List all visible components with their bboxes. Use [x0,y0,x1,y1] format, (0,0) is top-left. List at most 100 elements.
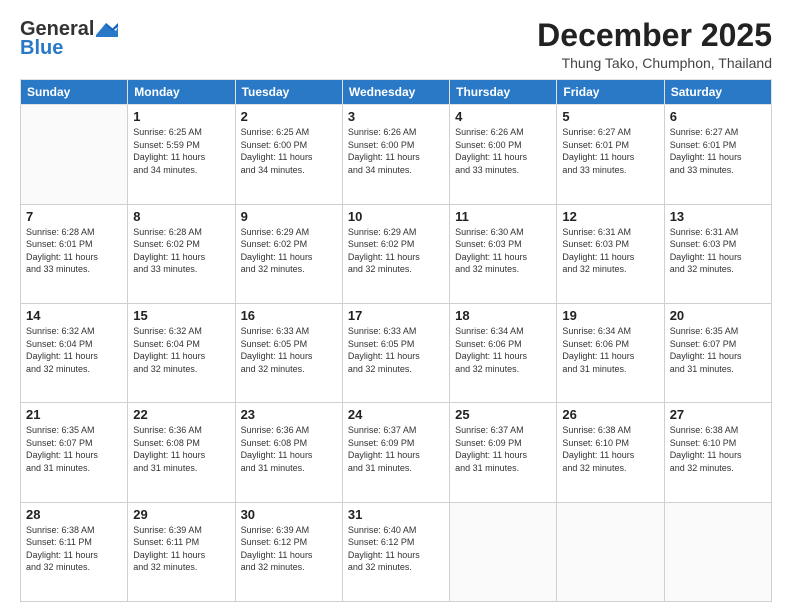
calendar-cell: 8Sunrise: 6:28 AM Sunset: 6:02 PM Daylig… [128,204,235,303]
header: General Blue December 2025 Thung Tako, C… [20,18,772,71]
day-info: Sunrise: 6:38 AM Sunset: 6:10 PM Dayligh… [670,424,766,474]
day-number: 13 [670,209,766,224]
day-info: Sunrise: 6:35 AM Sunset: 6:07 PM Dayligh… [26,424,122,474]
calendar-cell: 6 Sunrise: 6:27 AM Sunset: 6:01 PM Daylig… [664,105,771,204]
calendar-header-row: SundayMondayTuesdayWednesdayThursdayFrid… [21,80,772,105]
calendar-cell: 1 Sunrise: 6:25 AM Sunset: 5:59 PM Daylig… [128,105,235,204]
day-header-sunday: Sunday [21,80,128,105]
day-number: 1 [133,109,229,124]
calendar-cell: 16 Sunrise: 6:33 AM Sunset: 6:05 PM Dayli… [235,303,342,402]
day-number: 2 [241,109,337,124]
calendar-cell: 19Sunrise: 6:34 AM Sunset: 6:06 PM Dayli… [557,303,664,402]
calendar-cell: 3 Sunrise: 6:26 AM Sunset: 6:00 PM Daylig… [342,105,449,204]
day-info: Sunrise: 6:32 AM Sunset: 6:04 PM Dayligh… [133,325,229,375]
day-header-saturday: Saturday [664,80,771,105]
day-info: Sunrise: 6:38 AM Sunset: 6:10 PM Dayligh… [562,424,658,474]
day-info: Sunrise: 6:30 AM Sunset: 6:03 PM Dayligh… [455,226,551,276]
calendar-cell: 24 Sunrise: 6:37 AM Sunset: 6:09 PM Dayli… [342,403,449,502]
day-info: Sunrise: 6:31 AM Sunset: 6:03 PM Dayligh… [562,226,658,276]
day-info: Sunrise: 6:34 AM Sunset: 6:06 PM Dayligh… [562,325,658,375]
day-info: Sunrise: 6:34 AM Sunset: 6:06 PM Dayligh… [455,325,551,375]
day-number: 11 [455,209,551,224]
day-header-friday: Friday [557,80,664,105]
day-number: 9 [241,209,337,224]
title-block: December 2025 Thung Tako, Chumphon, Thai… [537,18,772,71]
calendar-week-row: 28 Sunrise: 6:38 AM Sunset: 6:11 PM Dayli… [21,502,772,601]
day-info: Sunrise: 6:26 AM Sunset: 6:00 PM Dayligh… [455,126,551,176]
calendar-cell: 26 Sunrise: 6:38 AM Sunset: 6:10 PM Dayli… [557,403,664,502]
day-number: 12 [562,209,658,224]
day-info: Sunrise: 6:32 AM Sunset: 6:04 PM Dayligh… [26,325,122,375]
calendar-cell [450,502,557,601]
calendar-cell: 25Sunrise: 6:37 AM Sunset: 6:09 PM Dayli… [450,403,557,502]
day-info: Sunrise: 6:25 AM Sunset: 6:00 PM Dayligh… [241,126,337,176]
calendar-cell: 28 Sunrise: 6:38 AM Sunset: 6:11 PM Dayli… [21,502,128,601]
calendar-cell: 22Sunrise: 6:36 AM Sunset: 6:08 PM Dayli… [128,403,235,502]
day-header-tuesday: Tuesday [235,80,342,105]
day-info: Sunrise: 6:38 AM Sunset: 6:11 PM Dayligh… [26,524,122,574]
logo: General Blue [20,18,118,60]
day-info: Sunrise: 6:33 AM Sunset: 6:05 PM Dayligh… [241,325,337,375]
calendar-cell: 12 Sunrise: 6:31 AM Sunset: 6:03 PM Dayli… [557,204,664,303]
calendar-cell: 15 Sunrise: 6:32 AM Sunset: 6:04 PM Dayli… [128,303,235,402]
calendar-cell: 9 Sunrise: 6:29 AM Sunset: 6:02 PM Daylig… [235,204,342,303]
calendar-cell: 14 Sunrise: 6:32 AM Sunset: 6:04 PM Dayli… [21,303,128,402]
day-number: 14 [26,308,122,323]
calendar-cell: 7Sunrise: 6:28 AM Sunset: 6:01 PM Daylig… [21,204,128,303]
day-info: Sunrise: 6:28 AM Sunset: 6:01 PM Dayligh… [26,226,122,276]
calendar-cell [557,502,664,601]
day-number: 27 [670,407,766,422]
calendar-cell: 18 Sunrise: 6:34 AM Sunset: 6:06 PM Dayli… [450,303,557,402]
day-info: Sunrise: 6:27 AM Sunset: 6:01 PM Dayligh… [670,126,766,176]
calendar-cell: 21 Sunrise: 6:35 AM Sunset: 6:07 PM Dayli… [21,403,128,502]
day-number: 5 [562,109,658,124]
day-number: 3 [348,109,444,124]
day-info: Sunrise: 6:28 AM Sunset: 6:02 PM Dayligh… [133,226,229,276]
day-number: 25 [455,407,551,422]
day-info: Sunrise: 6:29 AM Sunset: 6:02 PM Dayligh… [348,226,444,276]
day-info: Sunrise: 6:37 AM Sunset: 6:09 PM Dayligh… [348,424,444,474]
calendar-table: SundayMondayTuesdayWednesdayThursdayFrid… [20,79,772,602]
day-number: 15 [133,308,229,323]
day-header-monday: Monday [128,80,235,105]
day-number: 16 [241,308,337,323]
day-number: 21 [26,407,122,422]
calendar-cell [21,105,128,204]
calendar-cell: 29Sunrise: 6:39 AM Sunset: 6:11 PM Dayli… [128,502,235,601]
day-number: 28 [26,507,122,522]
day-info: Sunrise: 6:25 AM Sunset: 5:59 PM Dayligh… [133,126,229,176]
day-number: 24 [348,407,444,422]
calendar-week-row: 7Sunrise: 6:28 AM Sunset: 6:01 PM Daylig… [21,204,772,303]
day-info: Sunrise: 6:33 AM Sunset: 6:05 PM Dayligh… [348,325,444,375]
day-number: 20 [670,308,766,323]
day-number: 23 [241,407,337,422]
month-year: December 2025 [537,18,772,53]
day-info: Sunrise: 6:40 AM Sunset: 6:12 PM Dayligh… [348,524,444,574]
calendar-cell: 10 Sunrise: 6:29 AM Sunset: 6:02 PM Dayli… [342,204,449,303]
day-info: Sunrise: 6:39 AM Sunset: 6:12 PM Dayligh… [241,524,337,574]
day-info: Sunrise: 6:26 AM Sunset: 6:00 PM Dayligh… [348,126,444,176]
calendar-cell: 23 Sunrise: 6:36 AM Sunset: 6:08 PM Dayli… [235,403,342,502]
day-info: Sunrise: 6:29 AM Sunset: 6:02 PM Dayligh… [241,226,337,276]
day-info: Sunrise: 6:31 AM Sunset: 6:03 PM Dayligh… [670,226,766,276]
day-info: Sunrise: 6:35 AM Sunset: 6:07 PM Dayligh… [670,325,766,375]
day-number: 6 [670,109,766,124]
calendar-cell: 31 Sunrise: 6:40 AM Sunset: 6:12 PM Dayli… [342,502,449,601]
day-number: 31 [348,507,444,522]
calendar-cell: 30Sunrise: 6:39 AM Sunset: 6:12 PM Dayli… [235,502,342,601]
day-header-thursday: Thursday [450,80,557,105]
day-info: Sunrise: 6:36 AM Sunset: 6:08 PM Dayligh… [133,424,229,474]
calendar-cell: 13 Sunrise: 6:31 AM Sunset: 6:03 PM Dayli… [664,204,771,303]
calendar-cell: 11 Sunrise: 6:30 AM Sunset: 6:03 PM Dayli… [450,204,557,303]
calendar-week-row: 1 Sunrise: 6:25 AM Sunset: 5:59 PM Daylig… [21,105,772,204]
day-number: 26 [562,407,658,422]
day-number: 10 [348,209,444,224]
day-number: 4 [455,109,551,124]
calendar-cell: 5 Sunrise: 6:27 AM Sunset: 6:01 PM Daylig… [557,105,664,204]
calendar-cell: 27 Sunrise: 6:38 AM Sunset: 6:10 PM Dayli… [664,403,771,502]
location: Thung Tako, Chumphon, Thailand [537,55,772,71]
day-info: Sunrise: 6:39 AM Sunset: 6:11 PM Dayligh… [133,524,229,574]
day-info: Sunrise: 6:36 AM Sunset: 6:08 PM Dayligh… [241,424,337,474]
day-number: 18 [455,308,551,323]
day-info: Sunrise: 6:27 AM Sunset: 6:01 PM Dayligh… [562,126,658,176]
